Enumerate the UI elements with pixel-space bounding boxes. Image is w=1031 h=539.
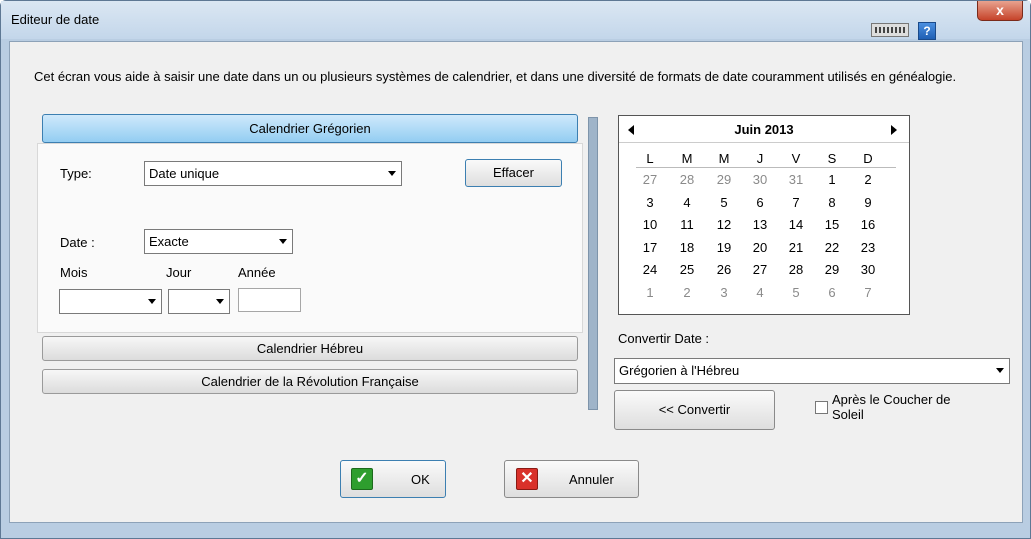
- sunset-checkbox[interactable]: [815, 401, 828, 414]
- weekday-label: J: [756, 151, 764, 166]
- sunset-label-line1: Après le Coucher de: [832, 392, 951, 407]
- ok-button[interactable]: ✓ OK: [340, 460, 446, 498]
- splitter-bar[interactable]: [588, 117, 598, 410]
- calendar-day[interactable]: 12: [706, 217, 742, 232]
- calendar-day[interactable]: 21: [778, 240, 814, 255]
- calendar-day[interactable]: 7: [850, 285, 886, 300]
- calendar-day[interactable]: 27: [742, 262, 778, 277]
- calendar-day[interactable]: 22: [814, 240, 850, 255]
- calendar-day[interactable]: 26: [706, 262, 742, 277]
- date-label: Date :: [60, 235, 95, 250]
- weekday-label: D: [863, 151, 873, 166]
- calendar-day[interactable]: 8: [814, 195, 850, 210]
- calendar-day[interactable]: 31: [778, 172, 814, 187]
- weekday-label: L: [646, 151, 654, 166]
- calendar-day[interactable]: 11: [669, 217, 705, 232]
- dialog-window: Editeur de date ? x Cet écran vous aide …: [0, 0, 1031, 539]
- calendar-day[interactable]: 28: [778, 262, 814, 277]
- calendar-day[interactable]: 17: [632, 240, 668, 255]
- chevron-down-icon: [216, 299, 224, 304]
- calendar-day[interactable]: 4: [742, 285, 778, 300]
- calendar-day[interactable]: 25: [669, 262, 705, 277]
- convert-date-label: Convertir Date :: [618, 331, 710, 346]
- calendar-day[interactable]: 10: [632, 217, 668, 232]
- calendar-day[interactable]: 19: [706, 240, 742, 255]
- calendar-day[interactable]: 1: [632, 285, 668, 300]
- ok-label: OK: [411, 472, 430, 487]
- calendar-day[interactable]: 13: [742, 217, 778, 232]
- month-calendar[interactable]: Juin 2013 LMMJVSD 27 28 29 30 31 1 2 3 4 5 6 7 8 9 10 1…: [618, 115, 910, 315]
- calendar-day[interactable]: 29: [814, 262, 850, 277]
- date-qualifier-select[interactable]: Exacte: [144, 229, 293, 254]
- weekday-label: M: [718, 151, 730, 166]
- check-icon: ✓: [351, 468, 373, 490]
- tab-hebrew[interactable]: Calendrier Hébreu: [42, 336, 578, 361]
- calendar-day[interactable]: 23: [850, 240, 886, 255]
- clear-button[interactable]: Effacer: [465, 159, 562, 187]
- cancel-button[interactable]: ✕ Annuler: [504, 460, 639, 498]
- calendar-day[interactable]: 2: [669, 285, 705, 300]
- calendar-day[interactable]: 30: [850, 262, 886, 277]
- type-select-value: Date unique: [149, 166, 220, 181]
- weekday-row: LMMJVSD: [636, 151, 896, 168]
- window-title: Editeur de date: [11, 12, 100, 27]
- x-icon: ✕: [516, 468, 538, 490]
- description-text: Cet écran vous aide à saisir une date da…: [34, 69, 957, 84]
- chevron-down-icon: [388, 171, 396, 176]
- calendar-day[interactable]: 30: [742, 172, 778, 187]
- convert-direction-value: Grégorien à l'Hébreu: [619, 363, 740, 378]
- calendar-day[interactable]: 15: [814, 217, 850, 232]
- calendar-day[interactable]: 5: [706, 195, 742, 210]
- calendar-day[interactable]: 9: [850, 195, 886, 210]
- sunset-label: Après le Coucher de Soleil: [832, 392, 951, 422]
- calendar-day[interactable]: 7: [778, 195, 814, 210]
- convert-direction-select[interactable]: Grégorien à l'Hébreu: [614, 358, 1010, 384]
- chevron-down-icon: [148, 299, 156, 304]
- calendar-day[interactable]: 29: [706, 172, 742, 187]
- year-label: Année: [238, 265, 276, 280]
- month-label: Mois: [60, 265, 88, 280]
- calendar-day[interactable]: 2: [850, 172, 886, 187]
- calendar-day[interactable]: 3: [706, 285, 742, 300]
- calendar-day[interactable]: 6: [742, 195, 778, 210]
- tab-french-revolution[interactable]: Calendrier de la Révolution Française: [42, 369, 578, 394]
- calendar-header: Juin 2013: [619, 120, 909, 143]
- month-select[interactable]: [59, 289, 162, 314]
- help-icon[interactable]: ?: [918, 22, 936, 40]
- calendar-day[interactable]: 5: [778, 285, 814, 300]
- day-select[interactable]: [168, 289, 230, 314]
- calendar-day[interactable]: 6: [814, 285, 850, 300]
- calendar-month-title: Juin 2013: [734, 122, 794, 137]
- calendar-day[interactable]: 28: [669, 172, 705, 187]
- calendar-day[interactable]: 1: [814, 172, 850, 187]
- calendar-day[interactable]: 20: [742, 240, 778, 255]
- tab-gregorian[interactable]: Calendrier Grégorien: [42, 114, 578, 143]
- close-button[interactable]: x: [977, 1, 1023, 21]
- calendar-day[interactable]: 14: [778, 217, 814, 232]
- weekday-label: S: [827, 151, 837, 166]
- calendar-day[interactable]: 27: [632, 172, 668, 187]
- calendar-day[interactable]: 24: [632, 262, 668, 277]
- convert-button[interactable]: << Convertir: [614, 390, 775, 430]
- title-bar[interactable]: Editeur de date ? x: [1, 1, 1030, 40]
- cancel-label: Annuler: [569, 472, 614, 487]
- previous-month-icon[interactable]: [628, 125, 634, 135]
- chevron-down-icon: [996, 368, 1004, 373]
- next-month-icon[interactable]: [891, 125, 897, 135]
- calendar-day[interactable]: 4: [669, 195, 705, 210]
- calendar-day[interactable]: 16: [850, 217, 886, 232]
- weekday-label: M: [681, 151, 693, 166]
- sunset-label-line2: Soleil: [832, 407, 864, 422]
- calendar-day[interactable]: 18: [669, 240, 705, 255]
- day-label: Jour: [166, 265, 192, 280]
- type-label: Type:: [60, 166, 92, 181]
- type-select[interactable]: Date unique: [144, 161, 402, 186]
- keyboard-icon[interactable]: [871, 23, 909, 37]
- year-input[interactable]: [238, 288, 301, 312]
- weekday-label: V: [791, 151, 801, 166]
- calendar-day[interactable]: 3: [632, 195, 668, 210]
- chevron-down-icon: [279, 239, 287, 244]
- date-qualifier-value: Exacte: [149, 234, 189, 249]
